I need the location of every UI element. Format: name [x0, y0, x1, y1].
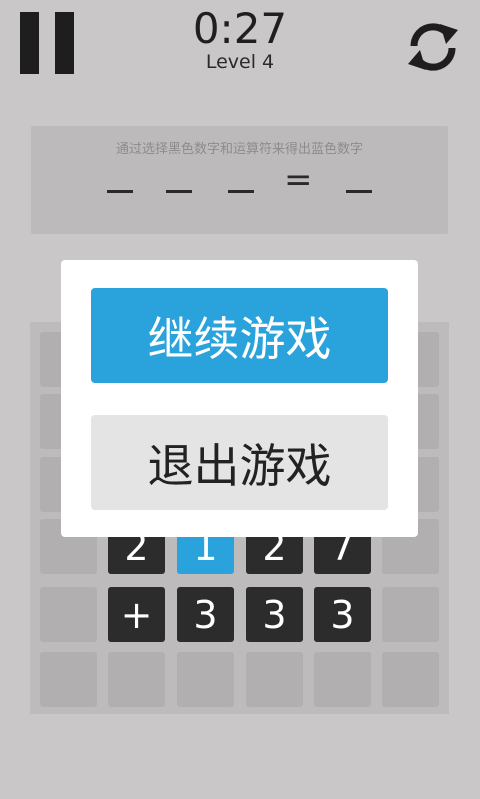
empty-tile: [177, 652, 234, 707]
equation-slot: [228, 190, 254, 193]
empty-tile: [382, 587, 439, 642]
pause-dialog: 继续游戏 退出游戏: [61, 260, 418, 537]
result-slot: [346, 190, 372, 193]
equation-slot: [166, 190, 192, 193]
tile-value: 3: [330, 592, 355, 637]
empty-tile: [40, 587, 97, 642]
equals-sign: =: [284, 160, 313, 200]
number-tile[interactable]: 3: [314, 587, 371, 642]
number-tile[interactable]: 3: [246, 587, 303, 642]
pause-icon: [20, 12, 39, 74]
equation-panel: 通过选择黑色数字和运算符来得出蓝色数字: [31, 126, 448, 234]
quit-game-button[interactable]: 退出游戏: [91, 415, 388, 510]
timer: 0:27: [192, 4, 288, 53]
instruction-text: 通过选择黑色数字和运算符来得出蓝色数字: [115, 142, 363, 157]
number-tile[interactable]: 3: [177, 587, 234, 642]
level-label: Level 4: [205, 51, 275, 73]
top-bar: 0:27 Level 4: [0, 0, 480, 100]
empty-tile: [108, 652, 165, 707]
pause-button[interactable]: [20, 12, 74, 74]
refresh-icon: [408, 23, 458, 71]
empty-tile: [40, 652, 97, 707]
tile-value: 3: [262, 592, 287, 637]
empty-tile: [382, 652, 439, 707]
empty-tile: [314, 652, 371, 707]
equation-slot: [107, 190, 133, 193]
tile-value: +: [120, 592, 153, 637]
operator-tile[interactable]: +: [108, 587, 165, 642]
pause-icon-bar: [55, 12, 74, 74]
empty-tile: [246, 652, 303, 707]
restart-button[interactable]: [402, 16, 464, 78]
tile-value: 3: [193, 592, 218, 637]
continue-game-button[interactable]: 继续游戏: [91, 288, 388, 383]
